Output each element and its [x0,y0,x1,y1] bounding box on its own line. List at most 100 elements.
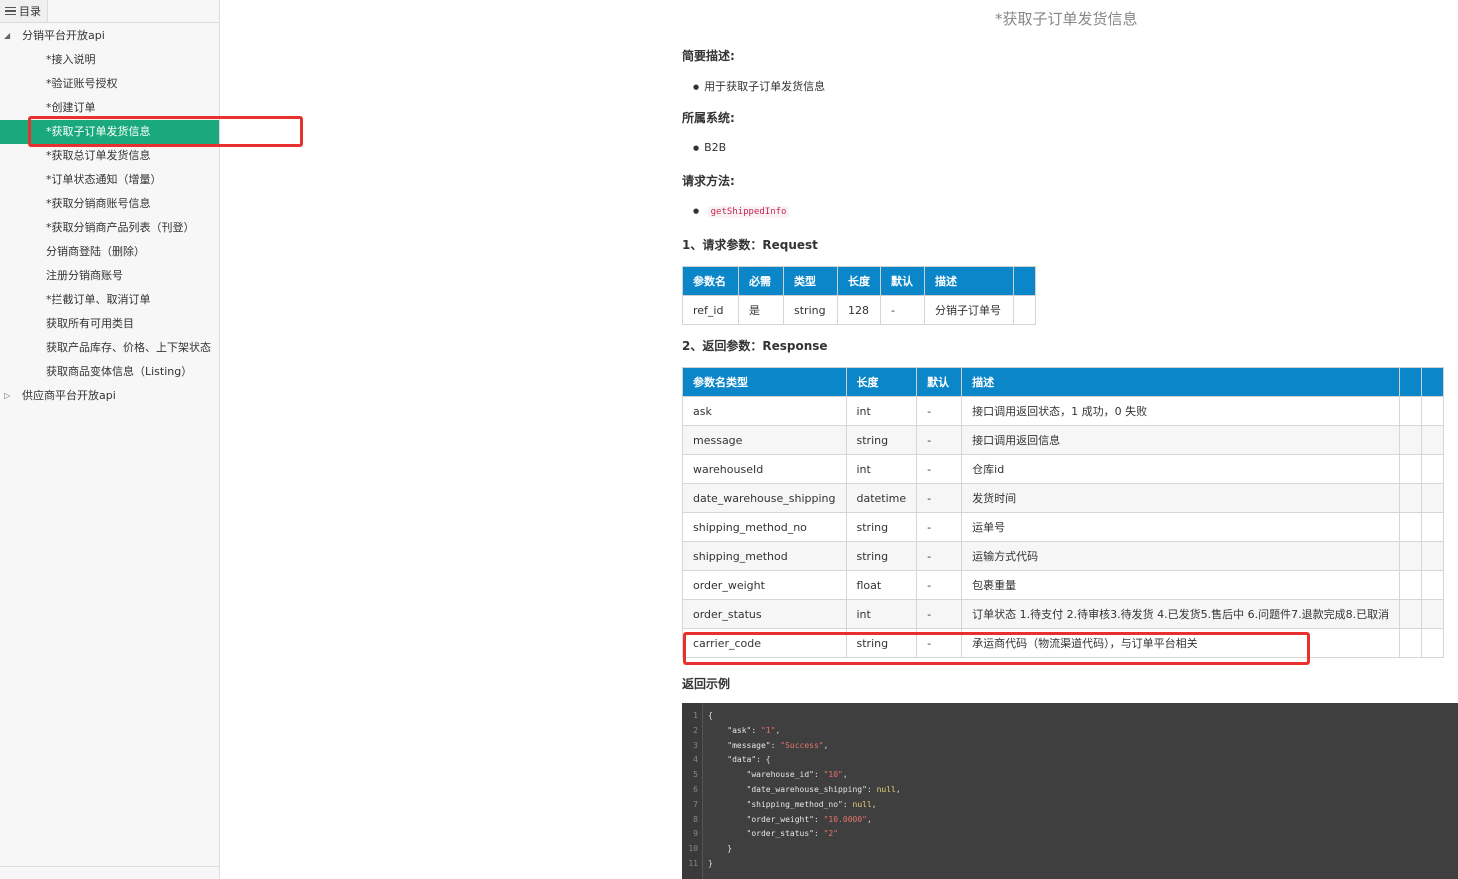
response-cell: string [845,512,918,542]
sidebar-item-7[interactable]: *获取分销商账号信息 [0,192,219,216]
response-header-cell: 描述 [961,367,1401,397]
response-label: 2、返回参数：Response [682,339,828,353]
request-cell: 分销子订单号 [924,295,1014,325]
code-text: "order_status": "2" [746,829,839,839]
table-row: ref_id 是 string 128- 分销子订单号 [682,295,1036,325]
sidebar-item-label: *验证账号授权 [46,77,118,90]
toc-tab[interactable]: 目录 [0,0,48,23]
code-text: "data": { [727,755,771,765]
code-example: 1{2 "ask": "1", 3 "message": "Success", 4 … [682,703,1458,879]
sidebar-item-10[interactable]: 注册分销商账号 [0,264,219,288]
response-cell: 发货时间 [961,483,1401,513]
request-header-cell: 参数名 [682,266,739,296]
response-cell [1421,541,1445,571]
response-cell: - [916,483,963,513]
sidebar-item-2[interactable]: *验证账号授权 [0,72,219,96]
sidebar-item-label: *创建订单 [46,101,96,114]
response-cell: int [845,454,918,484]
example-label: 返回示例 [682,677,731,691]
table-row: order_status int - 订单状态 1.待支付 2.待审核3.待发货 4.… [682,599,1445,629]
sidebar-item-label: 注册分销商账号 [46,269,123,282]
method-item: getShippedInfo [693,204,790,218]
response-cell: 接口调用返回状态，1 成功，0 失败 [961,396,1401,426]
sidebar-item-label: 获取产品库存、价格、上下架状态 [46,341,211,354]
response-cell [1399,483,1423,513]
sidebar-item-13[interactable]: 获取产品库存、价格、上下架状态 [0,336,219,360]
response-cell: date_warehouse_shipping [682,483,847,513]
response-cell: float [845,570,918,600]
table-row: date_warehouse_shipping datetime - 发货时间 [682,483,1445,513]
response-cell [1421,512,1445,542]
sidebar-item-label: 供应商平台开放api [22,389,116,402]
request-cell: string [783,295,838,325]
response-header-cell: 参数名类型 [682,367,847,397]
toc-divider [47,22,219,23]
code-text: } [727,844,733,854]
response-cell [1421,599,1445,629]
collapsed-triangle-icon[interactable]: ▷ [4,384,10,408]
response-cell: - [916,599,963,629]
sidebar-item-15[interactable]: ▷ 供应商平台开放api [0,384,219,408]
sidebar-item-label: *获取总订单发货信息 [46,149,151,162]
sidebar-item-9[interactable]: 分销商登陆（删除） [0,240,219,264]
code-text: "warehouse_id": "10", [746,770,848,780]
sidebar-item-12[interactable]: 获取所有可用类目 [0,312,219,336]
response-cell [1421,454,1445,484]
response-table: 参数名类型 长度 默认 描述 ask int - 接口调用返回状态，1 成功，0 失败 mes… [682,367,1445,658]
system-value: B2B [693,141,726,154]
sidebar-item-6[interactable]: *订单状态通知（增量） [0,168,219,192]
code-text: "message": "Success", [727,740,829,750]
table-row: ask int - 接口调用返回状态，1 成功，0 失败 [682,396,1445,426]
response-cell [1399,512,1423,542]
sidebar-item-5[interactable]: *获取总订单发货信息 [0,144,219,168]
response-cell [1421,570,1445,600]
response-cell [1399,425,1423,455]
request-cell: 128 [837,295,881,325]
response-cell: ask [682,396,847,426]
response-cell: datetime [845,483,918,513]
response-header-cell [1399,367,1423,397]
response-cell: shipping_method [682,541,847,571]
response-cell [1399,454,1423,484]
sidebar-item-8[interactable]: *获取分销商产品列表（刊登） [0,216,219,240]
line-number: 1 [693,711,698,720]
response-header-cell: 长度 [845,367,918,397]
request-label: 1、请求参数：Request [682,238,818,252]
expanded-triangle-icon[interactable]: ◢ [4,24,10,48]
sidebar-item-14[interactable]: 获取商品变体信息（Listing） [0,360,219,384]
response-header-cell: 默认 [916,367,963,397]
method-code: getShippedInfo [707,206,790,218]
response-cell [1421,483,1445,513]
sidebar-item-label: *获取分销商产品列表（刊登） [46,221,195,234]
response-cell: int [845,396,918,426]
request-cell: - [880,295,925,325]
sidebar-item-0[interactable]: ◢ 分销平台开放api [0,24,219,48]
request-cell [1013,295,1036,325]
code-text: } [708,859,713,868]
response-cell: - [916,512,963,542]
page-title: *获取子订单发货信息 [995,10,1138,28]
request-header-cell [1013,266,1036,296]
toc-tree: ◢ 分销平台开放api *接入说明 *验证账号授权 *创建订单 *获取子订单发货信息 *获取… [0,24,219,408]
response-cell [1399,628,1423,658]
request-header-cell: 长度 [837,266,881,296]
sidebar-item-1[interactable]: *接入说明 [0,48,219,72]
response-cell [1399,570,1423,600]
response-cell: 包裹重量 [961,570,1401,600]
code-text: "ask": "1", [727,725,781,735]
line-number: 4 [693,755,698,765]
response-cell [1399,396,1423,426]
line-number: 10 [688,844,698,854]
table-row: warehouseId int - 仓库id [682,454,1445,484]
request-header-cell: 默认 [880,266,925,296]
response-cell: - [916,570,963,600]
response-cell: message [682,425,847,455]
line-number: 6 [693,785,698,794]
sidebar-bottom-divider [0,866,219,867]
response-cell: order_weight [682,570,847,600]
sidebar-item-label: *拦截订单、取消订单 [46,293,151,306]
response-cell: - [916,454,963,484]
sidebar-item-label: 获取所有可用类目 [46,317,134,330]
sidebar-item-label: 获取商品变体信息（Listing） [46,365,193,378]
sidebar-item-11[interactable]: *拦截订单、取消订单 [0,288,219,312]
